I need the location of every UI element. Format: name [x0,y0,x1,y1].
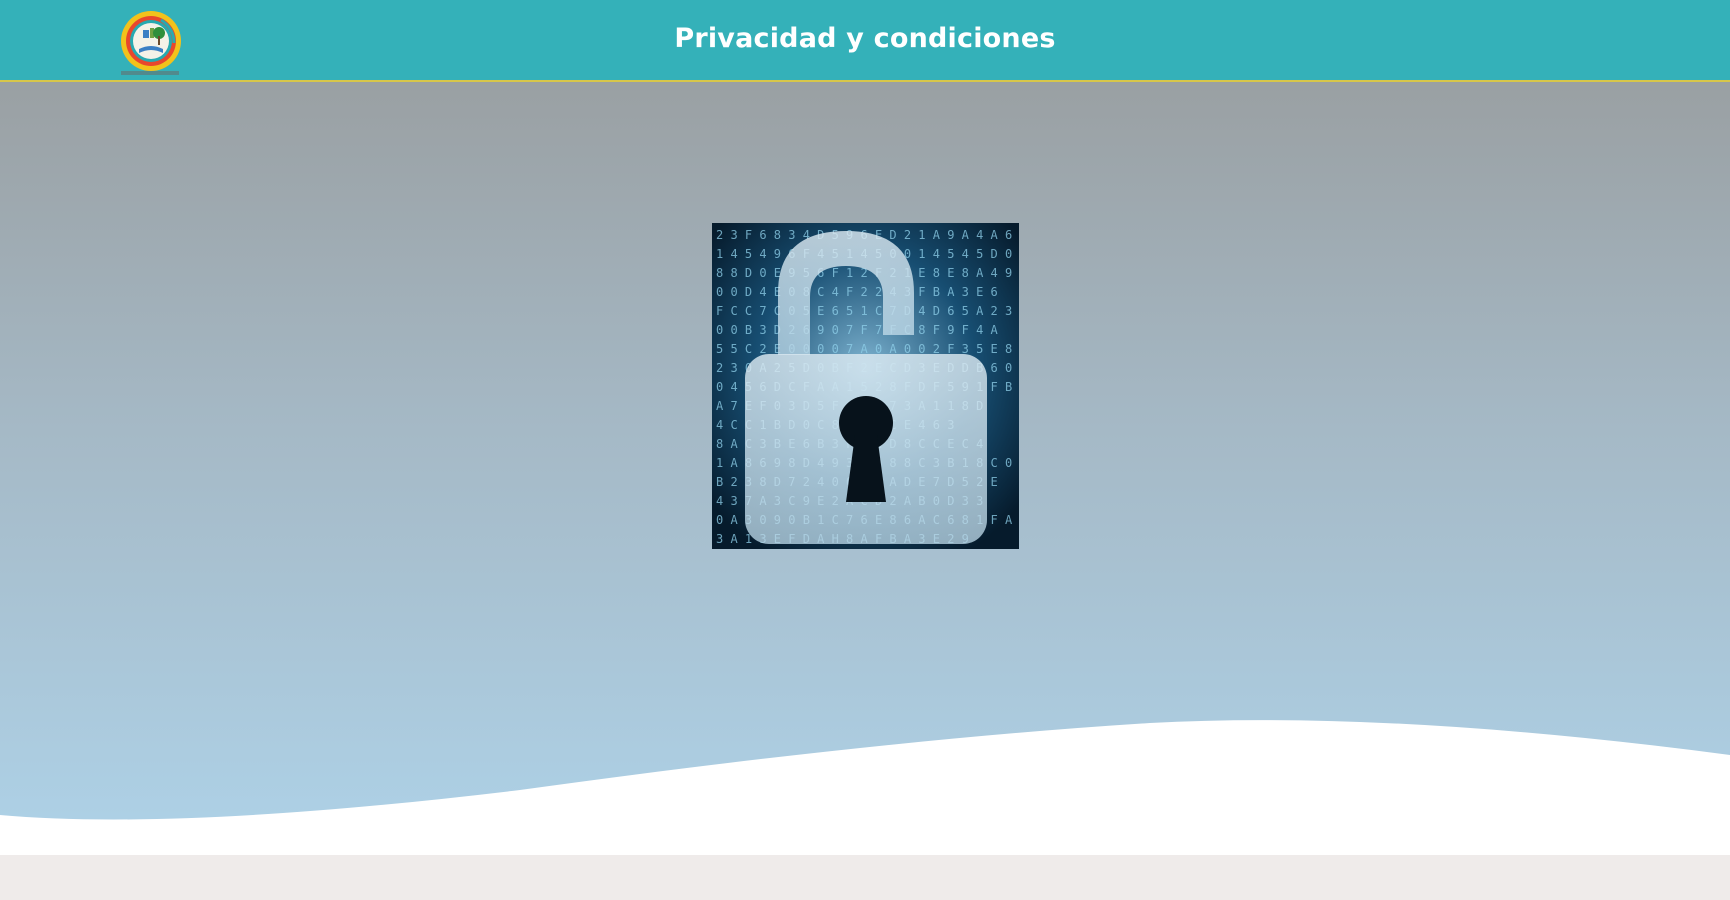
hex-code-row: F C C 7 C 0 5 E 6 5 1 C 7 D 4 D 6 5 A 2 … [716,304,1012,318]
wave-divider [0,720,1730,855]
hex-code-row: 5 5 C 2 E 0 0 0 0 7 A 0 A 0 0 2 F 3 5 E … [716,342,1012,356]
site-header: Privacidad y condiciones [0,0,1730,82]
hex-code-row: 0 0 D 4 E 0 8 C 4 F 2 2 4 3 F B A 3 E 6 [716,285,998,299]
hero-section: 2 3 F 6 8 3 4 D 5 9 6 E D 2 1 A 9 A 4 A … [0,82,1730,855]
footer-strip [0,855,1730,900]
page-title: Privacidad y condiciones [674,23,1056,54]
hex-code-row: 0 0 B 3 D 2 6 9 0 7 F 7 F C 8 F 9 F 4 A [716,323,999,337]
unlocked-padlock-icon: 2 3 F 6 8 3 4 D 5 9 6 E D 2 1 A 9 A 4 A … [712,223,1070,549]
